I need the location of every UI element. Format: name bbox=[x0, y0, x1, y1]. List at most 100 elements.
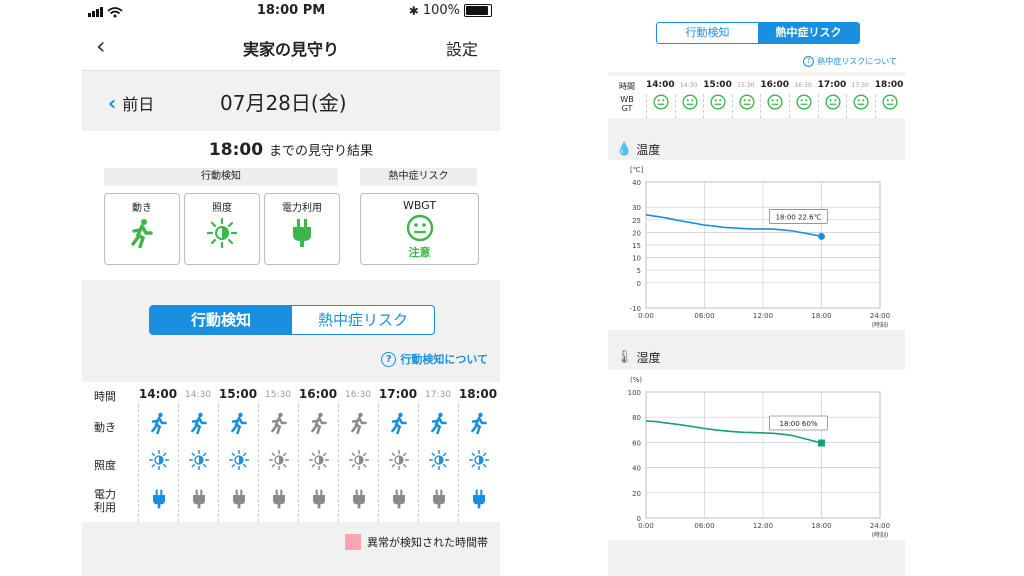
plug-icon bbox=[179, 488, 219, 515]
person-walking-icon bbox=[299, 412, 339, 439]
x-tick-label: 0:00 bbox=[638, 312, 654, 320]
timeline-column bbox=[258, 404, 299, 522]
plug-icon bbox=[379, 488, 419, 515]
row-label-power: 電力 利用 bbox=[94, 488, 116, 514]
activity-timeline-grid: 時間 動き 照度 電力 利用 14:00 14:30 15:00 15:30 16:00… bbox=[82, 382, 500, 522]
section-label-heat: 熱中症リスク bbox=[360, 168, 477, 186]
time-header: 17:00 bbox=[378, 387, 418, 401]
about-heat-link[interactable]: ? 熱中症リスクについて bbox=[803, 56, 897, 67]
neutral-face-icon bbox=[733, 94, 761, 116]
bluetooth-icon: ✱ bbox=[408, 3, 419, 18]
y-axis-label: (%) bbox=[630, 376, 642, 384]
brightness-icon bbox=[419, 449, 459, 475]
humidity-chart-svg: 0204060801000:00 06:00 12:00 18:00 24:00(%)(… bbox=[628, 376, 890, 539]
brightness-icon bbox=[179, 449, 219, 475]
y-tick-label: 80 bbox=[632, 414, 641, 422]
timeline-column bbox=[789, 94, 818, 118]
timeline-column bbox=[646, 94, 675, 118]
person-walking-icon bbox=[419, 412, 459, 439]
neutral-face-icon bbox=[676, 94, 704, 116]
legend-swatch bbox=[345, 534, 361, 550]
row-label-time: 時間 bbox=[94, 390, 116, 403]
person-walking-icon bbox=[379, 412, 419, 439]
x-tick-label: 06:00 bbox=[694, 312, 714, 320]
x-tick-label: 06:00 bbox=[694, 522, 714, 530]
plug-icon bbox=[259, 488, 299, 515]
movement-card[interactable]: 動き bbox=[104, 193, 180, 265]
y-tick-label: 15 bbox=[632, 242, 641, 250]
tab-heat-risk[interactable]: 熱中症リスク bbox=[292, 306, 434, 334]
timeline-column bbox=[458, 404, 499, 522]
annotation-label: 18:00 60% bbox=[780, 420, 818, 428]
data-point bbox=[818, 232, 825, 240]
temperature-title: 温度 bbox=[636, 143, 661, 157]
thermometer-icon: 🌡 bbox=[616, 350, 633, 365]
time-header: 16:30 bbox=[794, 82, 812, 89]
temperature-header: 💧 温度 bbox=[616, 141, 660, 158]
tab-activity[interactable]: 行動検知 bbox=[150, 306, 292, 334]
row-label-light: 照度 bbox=[94, 459, 116, 472]
plug-icon bbox=[459, 488, 499, 515]
battery-indicator: ✱ 100% bbox=[409, 3, 492, 18]
timeline-column bbox=[731, 94, 761, 118]
section-label-activity: 行動検知 bbox=[104, 168, 338, 186]
result-time: 18:00 bbox=[208, 140, 264, 160]
x-tick-label: 0:00 bbox=[638, 522, 654, 530]
person-walking-icon bbox=[259, 412, 299, 439]
wbgt-card[interactable]: WBGT 注意 bbox=[360, 193, 479, 265]
plug-icon bbox=[339, 488, 379, 515]
neutral-face-icon bbox=[704, 94, 732, 116]
result-heading: 18:00 までの見守り結果 bbox=[82, 140, 500, 160]
tab-heat-risk[interactable]: 熱中症リスク bbox=[758, 23, 859, 43]
temperature-chart: -10 0 5 10 15 20 25 30 40 0:00 06:00 12:00 18:00 24:0… bbox=[608, 160, 905, 330]
timeline-column bbox=[760, 94, 789, 118]
y-tick-label: 40 bbox=[632, 179, 641, 187]
brightness-icon bbox=[459, 449, 499, 475]
row-label-time: 時間 bbox=[619, 82, 635, 91]
about-heat-label: 熱中症リスクについて bbox=[817, 57, 897, 66]
neutral-face-icon bbox=[761, 94, 789, 116]
person-walking-icon bbox=[105, 218, 179, 254]
question-icon: ? bbox=[803, 56, 815, 67]
power-card[interactable]: 電力利用 bbox=[264, 193, 340, 265]
time-header: 17:00 bbox=[817, 80, 847, 90]
plug-icon bbox=[265, 218, 339, 254]
time-header: 18:00 bbox=[874, 80, 904, 90]
card-label: WBGT bbox=[402, 199, 437, 212]
plug-icon bbox=[299, 488, 339, 515]
row-label-movement: 動き bbox=[94, 421, 116, 434]
humidity-chart: 0 20 40 60 80 100 0:00 06:00 12:00 18:00 24:00 (%)(… bbox=[608, 370, 905, 540]
plug-icon bbox=[419, 488, 459, 515]
timeline-column bbox=[846, 94, 875, 118]
wbgt-timeline-grid: 時間 WB GT 14:00 14:30 15:00 15:30 16:00 16:30 1… bbox=[608, 76, 905, 118]
neutral-face-icon bbox=[790, 94, 818, 116]
previous-day-button[interactable]: ‹ 前日 bbox=[108, 91, 154, 115]
y-axis-label: [℃] bbox=[630, 166, 644, 174]
annotation-label: 18:00 22.6℃ bbox=[776, 213, 822, 221]
timeline-column bbox=[218, 404, 259, 522]
left-phone-screen: 18:00 PM ✱ 100% ‹ 実家の見守り 設定 ‹ 前日 07月28日(… bbox=[82, 0, 500, 576]
light-card[interactable]: 照度 bbox=[184, 193, 260, 265]
time-header: 14:30 bbox=[185, 390, 211, 400]
about-activity-label: 行動検知について bbox=[400, 353, 488, 366]
y-tick-label: 100 bbox=[628, 389, 641, 397]
current-date: 07月28日(金) bbox=[220, 91, 347, 115]
settings-button[interactable]: 設定 bbox=[446, 36, 478, 60]
about-activity-link[interactable]: ? 行動検知について bbox=[381, 351, 488, 367]
time-header: 15:00 bbox=[703, 80, 732, 90]
tab-activity[interactable]: 行動検知 bbox=[657, 23, 758, 43]
time-header: 18:00 bbox=[458, 387, 498, 401]
result-text: までの見守り結果 bbox=[269, 144, 374, 159]
tab-switcher: 行動検知 熱中症リスク bbox=[656, 22, 860, 44]
time-header: 16:30 bbox=[345, 390, 371, 400]
neutral-face-icon bbox=[819, 94, 847, 116]
card-label: 動き bbox=[132, 203, 152, 214]
x-axis-label: (時刻) bbox=[872, 531, 889, 539]
status-bar: 18:00 PM ✱ 100% bbox=[82, 0, 500, 22]
legend: 異常が検知された時間帯 bbox=[345, 534, 488, 550]
humidity-header: 🌡 湿度 bbox=[616, 349, 661, 366]
tab-switcher: 行動検知 熱中症リスク bbox=[149, 305, 435, 335]
y-tick-label: 0 bbox=[637, 280, 641, 288]
x-tick-label: 18:00 bbox=[811, 522, 831, 530]
neutral-face-icon bbox=[647, 94, 675, 116]
